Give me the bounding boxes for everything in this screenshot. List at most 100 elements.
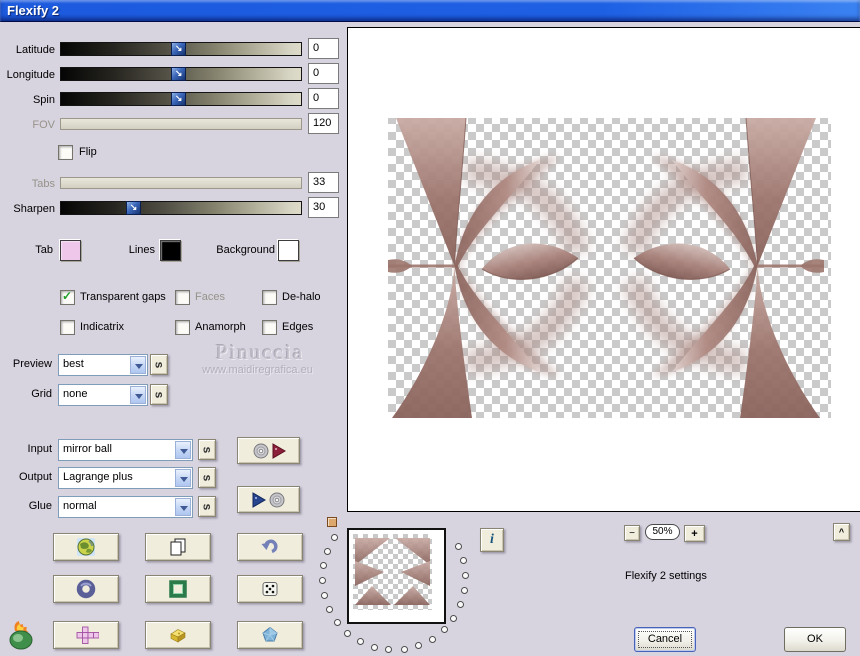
dial-dot[interactable] (460, 557, 468, 565)
cancel-button[interactable]: Cancel (634, 627, 696, 652)
planet-thumbnail[interactable] (347, 528, 446, 624)
dial-dot[interactable] (320, 591, 328, 599)
indicatrix-checkbox[interactable] (60, 320, 75, 335)
longitude-slider[interactable]: ↘ (60, 67, 302, 81)
fov-value[interactable]: 120 (308, 113, 339, 134)
edges-checkbox[interactable] (262, 320, 277, 335)
checkmark-icon: ✓ (62, 289, 73, 303)
latitude-label: Latitude (15, 44, 55, 56)
chevron-down-icon[interactable] (175, 469, 191, 487)
unfolded-cube-button[interactable] (53, 621, 119, 649)
latitude-slider[interactable]: ↘ (60, 42, 302, 56)
dial-dot[interactable] (356, 638, 364, 646)
glue-surprise-button[interactable]: s (198, 496, 216, 517)
fov-label: FOV (32, 119, 55, 131)
dial-dot[interactable] (462, 571, 470, 579)
titlebar[interactable]: Flexify 2 (0, 0, 860, 22)
dial-dot[interactable] (400, 645, 408, 653)
edges-label: Edges (282, 321, 314, 333)
anamorph-checkbox[interactable] (175, 320, 190, 335)
info-button[interactable]: i (480, 528, 504, 552)
flaming-pear-icon (9, 621, 33, 650)
preview-panel[interactable] (347, 27, 860, 512)
grid-surprise-button[interactable]: s (150, 384, 168, 405)
glue-select-label: Glue (28, 500, 52, 512)
dial-dot[interactable] (325, 606, 333, 614)
tab-color-swatch[interactable] (60, 240, 81, 261)
input-surprise-button[interactable]: s (198, 439, 216, 460)
glue-select[interactable]: normal (58, 496, 193, 518)
longitude-slider-thumb[interactable]: ↘ (171, 67, 187, 81)
dice-button[interactable] (237, 575, 303, 603)
dial-dot[interactable] (455, 542, 463, 550)
spin-value[interactable]: 0 (308, 88, 339, 109)
dial-dot[interactable] (330, 534, 338, 542)
dial-dot[interactable] (370, 643, 378, 651)
input-select[interactable]: mirror ball (58, 439, 193, 461)
tabs-label: Tabs (31, 178, 55, 190)
torus-button[interactable] (53, 575, 119, 603)
dial-dot[interactable] (318, 577, 326, 584)
dial-dot[interactable] (323, 547, 331, 555)
cheese-button[interactable] (145, 621, 211, 649)
preview-select[interactable]: best (58, 354, 148, 376)
tabs-value[interactable]: 33 (308, 172, 339, 193)
latitude-slider-thumb[interactable]: ↘ (171, 42, 187, 56)
de-halo-checkbox[interactable] (262, 290, 277, 305)
output-select-value: Lagrange plus (63, 471, 133, 483)
lines-color-swatch[interactable] (160, 240, 181, 261)
unfolded-cube-icon (76, 626, 99, 644)
background-color-swatch[interactable] (278, 240, 299, 261)
collapse-button[interactable]: ^ (833, 523, 850, 541)
dial-dot[interactable] (344, 629, 352, 637)
dial-handle[interactable] (327, 517, 337, 527)
preview-surprise-button[interactable]: s (150, 354, 168, 375)
anamorph-label: Anamorph (195, 321, 246, 333)
undo-button[interactable] (237, 533, 303, 561)
dial-dot[interactable] (385, 646, 393, 654)
save-settings-arrow-disc-icon (252, 491, 284, 508)
zoom-out-button[interactable]: − (624, 525, 640, 541)
sharpen-value[interactable]: 30 (308, 197, 339, 218)
spin-slider-thumb[interactable]: ↘ (171, 92, 187, 106)
dial-dot[interactable] (440, 626, 448, 634)
save-settings-button[interactable] (237, 486, 300, 513)
dial-dot[interactable] (428, 635, 436, 643)
settings-status-text: Flexify 2 settings (625, 570, 707, 582)
transparent-gaps-checkbox[interactable]: ✓ (60, 289, 75, 305)
watermark-text: Pinuccia (215, 340, 305, 364)
chevron-down-icon[interactable] (130, 356, 146, 374)
spin-slider[interactable]: ↘ (60, 92, 302, 106)
globe-button[interactable] (53, 533, 119, 561)
zoom-level[interactable]: 50% (645, 524, 680, 540)
ok-button[interactable]: OK (784, 627, 846, 652)
load-settings-button[interactable] (237, 437, 300, 464)
frame-button[interactable] (145, 575, 211, 603)
chevron-down-icon[interactable] (130, 386, 146, 404)
latitude-value[interactable]: 0 (308, 38, 339, 59)
polyhedron-button[interactable] (237, 621, 303, 649)
copy-button[interactable] (145, 533, 211, 561)
zoom-in-button[interactable]: + (684, 525, 705, 542)
flip-checkbox[interactable] (58, 145, 73, 160)
spin-label: Spin (32, 94, 55, 106)
chevron-down-icon[interactable] (175, 498, 191, 516)
sharpen-slider-thumb[interactable]: ↘ (126, 201, 141, 215)
chevron-down-icon[interactable] (175, 441, 191, 459)
dial-dot[interactable] (415, 642, 423, 650)
dial-dot[interactable] (461, 587, 469, 594)
longitude-value[interactable]: 0 (308, 63, 339, 84)
output-surprise-button[interactable]: s (198, 467, 216, 488)
sharpen-label: Sharpen (13, 203, 55, 215)
input-select-value: mirror ball (63, 443, 112, 455)
sharpen-slider[interactable]: ↘ (60, 201, 302, 215)
output-select[interactable]: Lagrange plus (58, 467, 193, 489)
tab-swatch-label: Tab (35, 244, 53, 256)
plus-icon: + (691, 527, 698, 540)
preview-select-value: best (63, 358, 84, 370)
dial-dot[interactable] (457, 601, 465, 609)
dial-dot[interactable] (450, 614, 458, 622)
dial-dot[interactable] (333, 618, 341, 626)
dial-dot[interactable] (319, 561, 327, 569)
grid-select[interactable]: none (58, 384, 148, 406)
